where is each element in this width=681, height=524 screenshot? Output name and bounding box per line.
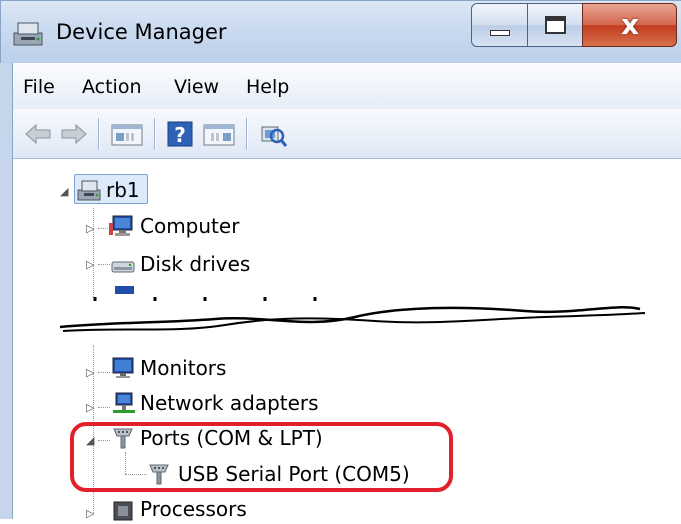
- show-action-pane-icon[interactable]: [202, 119, 236, 149]
- tree-item-monitors[interactable]: Monitors: [140, 356, 226, 380]
- close-icon: x: [620, 8, 640, 41]
- toolbar: ?: [12, 109, 681, 159]
- collapse-arrow-icon[interactable]: ◢: [60, 185, 68, 198]
- expand-arrow-icon[interactable]: ▷: [86, 366, 94, 379]
- title-bar: Device Manager x: [0, 0, 681, 63]
- disk-drive-icon: [111, 261, 135, 273]
- menu-bar: File Action View Help: [12, 63, 681, 109]
- help-icon[interactable]: ?: [165, 119, 195, 149]
- minimize-button[interactable]: [471, 3, 528, 47]
- tree-line: [98, 407, 110, 408]
- tree-line: [98, 264, 110, 265]
- toolbar-separator: [98, 118, 99, 150]
- computer-tower-icon: [77, 180, 101, 201]
- menu-view[interactable]: View: [174, 76, 219, 98]
- tree-item-processors[interactable]: Processors: [140, 497, 247, 521]
- expand-arrow-icon[interactable]: ▷: [86, 222, 94, 235]
- window-title: Device Manager: [56, 20, 227, 44]
- tree-item-computer[interactable]: Computer: [140, 214, 239, 238]
- toolbar-separator: [246, 118, 247, 150]
- close-button[interactable]: x: [582, 3, 677, 47]
- minimize-icon: [490, 30, 510, 36]
- maximize-icon: [545, 16, 566, 34]
- processor-icon: [113, 501, 133, 521]
- toolbar-separator: [154, 118, 155, 150]
- back-arrow-icon[interactable]: [23, 119, 53, 149]
- computer-icon: [109, 215, 133, 236]
- network-adapter-icon: [113, 392, 135, 413]
- svg-text:?: ?: [174, 123, 186, 147]
- tree-line: [98, 372, 110, 373]
- redaction-scribble: [55, 297, 655, 332]
- show-hide-console-tree-icon[interactable]: [110, 119, 144, 149]
- expand-arrow-icon[interactable]: ▷: [86, 258, 94, 271]
- expand-arrow-icon[interactable]: ▷: [86, 401, 94, 414]
- annotation-highlight: [70, 422, 453, 492]
- menu-action[interactable]: Action: [82, 76, 142, 98]
- monitor-icon: [112, 357, 134, 378]
- device-manager-icon: [13, 22, 43, 46]
- window-left-border: [0, 63, 12, 519]
- scan-hardware-changes-icon[interactable]: [258, 119, 288, 149]
- expand-arrow-icon[interactable]: ▷: [86, 507, 94, 520]
- tree-item-network-adapters[interactable]: Network adapters: [140, 391, 319, 415]
- menu-file[interactable]: File: [23, 76, 55, 98]
- menu-help[interactable]: Help: [246, 76, 289, 98]
- tree-root-label[interactable]: rb1: [106, 178, 140, 202]
- tree-item-disk-drives[interactable]: Disk drives: [140, 252, 250, 276]
- forward-arrow-icon[interactable]: [59, 119, 89, 149]
- maximize-button[interactable]: [527, 3, 583, 47]
- display-adapter-icon: [115, 286, 134, 294]
